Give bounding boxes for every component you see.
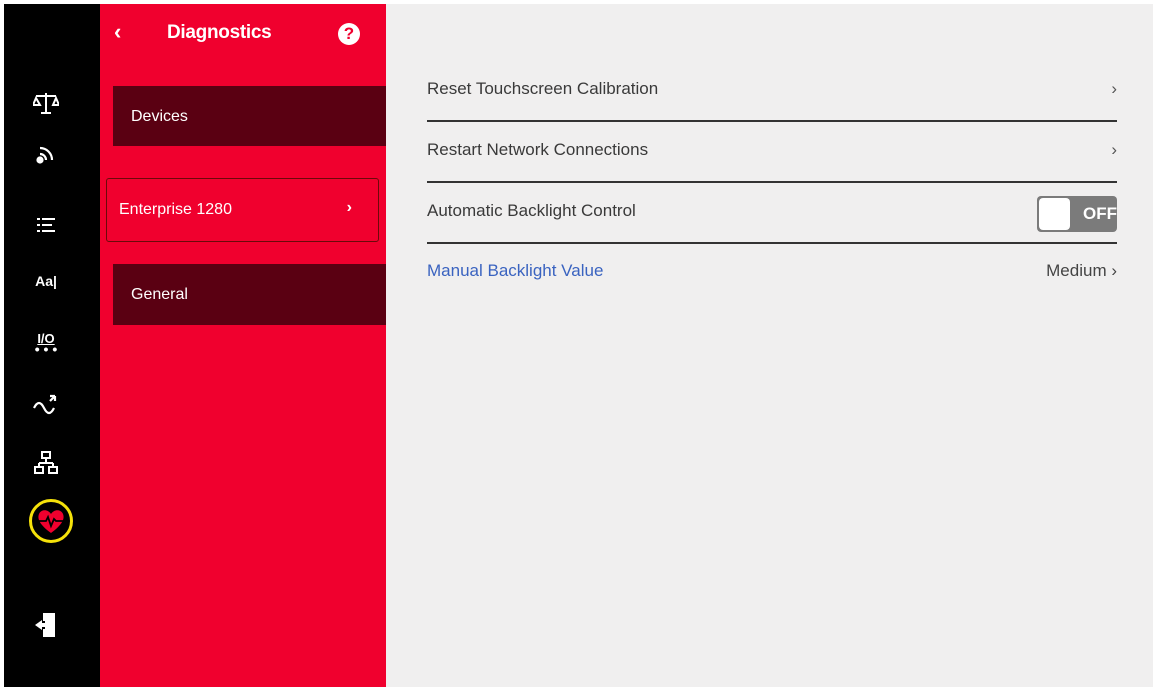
manual-backlight-row[interactable]: Manual Backlight Value Medium › xyxy=(427,261,1117,321)
submenu-header: ‹ Diagnostics ? xyxy=(100,4,386,68)
row-label: Reset Touchscreen Calibration xyxy=(427,79,659,98)
chevron-right-icon: › xyxy=(1111,79,1117,98)
io-icon[interactable]: I/O • • • xyxy=(26,326,66,360)
menu-item-enterprise-1280[interactable]: Enterprise 1280 › xyxy=(106,178,379,242)
logout-icon[interactable] xyxy=(26,608,66,642)
toggle-state: OFF xyxy=(1083,204,1117,223)
toggle-knob xyxy=(1039,198,1070,230)
menu-item-label: Devices xyxy=(131,108,188,125)
chevron-left-icon[interactable]: ‹ xyxy=(114,18,138,46)
automatic-backlight-row: Automatic Backlight Control OFF xyxy=(427,196,1117,261)
scale-icon[interactable] xyxy=(26,86,66,120)
page-title: Diagnostics xyxy=(167,22,272,43)
divider xyxy=(427,120,1117,122)
list-icon[interactable] xyxy=(26,208,66,242)
backlight-toggle[interactable]: OFF xyxy=(1037,196,1117,232)
row-label: Automatic Backlight Control xyxy=(427,201,636,220)
backlight-value: Medium › xyxy=(1046,261,1117,280)
row-label: Restart Network Connections xyxy=(427,140,649,159)
diagnostics-heart-icon[interactable] xyxy=(29,499,73,543)
icon-rail: Aa| I/O • • • xyxy=(4,4,100,687)
diagnostics-submenu: ‹ Diagnostics ? Devices Enterprise 1280 … xyxy=(100,4,386,687)
chevron-right-icon: › xyxy=(346,199,352,216)
menu-item-general[interactable]: General xyxy=(113,264,386,325)
menu-item-label: Enterprise 1280 xyxy=(119,201,232,218)
menu-item-label: General xyxy=(131,286,188,303)
menu-item-devices[interactable]: Devices xyxy=(113,86,386,146)
help-icon[interactable]: ? xyxy=(338,23,360,45)
signal-flow-icon[interactable] xyxy=(26,388,66,422)
divider xyxy=(427,242,1117,244)
chevron-right-icon: › xyxy=(1111,140,1117,159)
reset-touchscreen-row[interactable]: Reset Touchscreen Calibration › xyxy=(427,79,1117,139)
restart-network-row[interactable]: Restart Network Connections › xyxy=(427,140,1117,200)
row-label: Manual Backlight Value xyxy=(427,261,604,280)
main-content: Reset Touchscreen Calibration › Restart … xyxy=(386,4,1153,687)
wireless-icon[interactable] xyxy=(26,136,66,170)
network-icon[interactable] xyxy=(26,446,66,480)
divider xyxy=(427,181,1117,183)
font-icon[interactable]: Aa| xyxy=(26,264,66,298)
